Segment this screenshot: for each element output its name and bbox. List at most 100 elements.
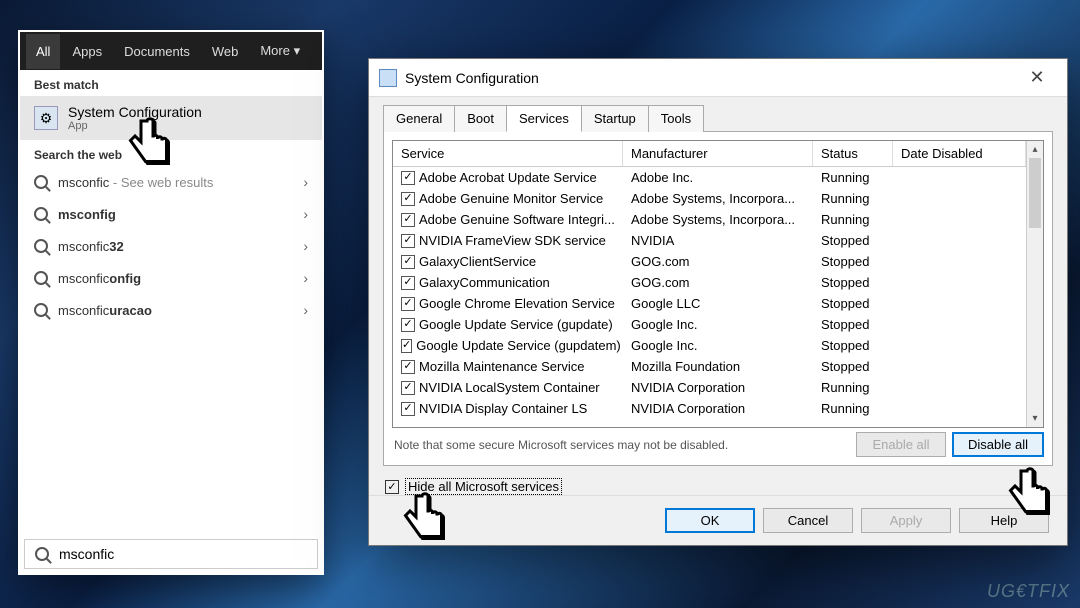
checkbox-checked-icon[interactable] bbox=[401, 255, 415, 269]
checkbox-checked-icon[interactable] bbox=[401, 402, 415, 416]
checkbox-checked-icon[interactable] bbox=[401, 234, 415, 248]
best-match-item[interactable]: ⚙ System Configuration App bbox=[20, 96, 322, 140]
service-name: Google Update Service (gupdate) bbox=[419, 317, 613, 332]
close-button[interactable]: ✕ bbox=[1017, 67, 1057, 88]
checkbox-checked-icon[interactable] bbox=[401, 381, 415, 395]
services-rows: Adobe Acrobat Update ServiceAdobe Inc.Ru… bbox=[393, 167, 1026, 419]
table-row[interactable]: Mozilla Maintenance ServiceMozilla Found… bbox=[393, 356, 1026, 377]
service-name: Google Chrome Elevation Service bbox=[419, 296, 615, 311]
table-row[interactable]: GalaxyClientServiceGOG.comStopped bbox=[393, 251, 1026, 272]
enable-all-button[interactable]: Enable all bbox=[856, 432, 946, 457]
tab-tools[interactable]: Tools bbox=[648, 105, 704, 132]
service-manufacturer: Adobe Systems, Incorpora... bbox=[623, 212, 813, 227]
service-manufacturer: Adobe Inc. bbox=[623, 170, 813, 185]
scroll-thumb[interactable] bbox=[1029, 158, 1041, 228]
tab-boot[interactable]: Boot bbox=[454, 105, 507, 132]
web-result-text: msconfic32 bbox=[58, 239, 124, 254]
help-button[interactable]: Help bbox=[959, 508, 1049, 533]
service-manufacturer: Google Inc. bbox=[623, 338, 813, 353]
apply-button[interactable]: Apply bbox=[861, 508, 951, 533]
web-result-item[interactable]: msconficonfig› bbox=[20, 262, 322, 294]
service-manufacturer: NVIDIA Corporation bbox=[623, 401, 813, 416]
web-result-item[interactable]: msconfic32 › bbox=[20, 230, 322, 262]
system-configuration-dialog: System Configuration ✕ General Boot Serv… bbox=[368, 58, 1068, 546]
dialog-tabs: General Boot Services Startup Tools bbox=[369, 97, 1067, 132]
table-row[interactable]: NVIDIA Display Container LSNVIDIA Corpor… bbox=[393, 398, 1026, 419]
table-row[interactable]: Google Chrome Elevation Service Google LL… bbox=[393, 293, 1026, 314]
service-name: GalaxyCommunication bbox=[419, 275, 550, 290]
search-input[interactable] bbox=[59, 546, 307, 562]
search-icon bbox=[34, 207, 48, 221]
service-manufacturer: NVIDIA Corporation bbox=[623, 380, 813, 395]
service-name: Adobe Genuine Monitor Service bbox=[419, 191, 603, 206]
service-status: Running bbox=[813, 401, 893, 416]
web-result-item[interactable]: msconfic - See web results› bbox=[20, 166, 322, 198]
search-tab-more[interactable]: More ▾ bbox=[250, 33, 310, 69]
scroll-down-arrow-icon[interactable]: ▾ bbox=[1027, 410, 1043, 427]
checkbox-checked-icon[interactable] bbox=[401, 339, 412, 353]
web-result-item[interactable]: msconfig› bbox=[20, 198, 322, 230]
col-service[interactable]: Service bbox=[393, 141, 623, 166]
table-row[interactable]: GalaxyCommunicationGOG.comStopped bbox=[393, 272, 1026, 293]
search-web-label: Search the web bbox=[20, 140, 322, 166]
table-row[interactable]: Adobe Genuine Software Integri... Adobe S… bbox=[393, 209, 1026, 230]
service-manufacturer: GOG.com bbox=[623, 254, 813, 269]
checkbox-checked-icon[interactable] bbox=[401, 171, 415, 185]
web-result-item[interactable]: msconficuracao › bbox=[20, 294, 322, 326]
ok-button[interactable]: OK bbox=[665, 508, 755, 533]
service-status: Stopped bbox=[813, 233, 893, 248]
col-status[interactable]: Status bbox=[813, 141, 893, 166]
start-search-panel: All Apps Documents Web More ▾ Best match… bbox=[18, 30, 324, 575]
hide-microsoft-services-checkbox[interactable]: Hide all Microsoft services bbox=[369, 476, 1067, 495]
search-tab-web[interactable]: Web bbox=[202, 34, 249, 69]
table-row[interactable]: NVIDIA FrameView SDK serviceNVIDIAStoppe… bbox=[393, 230, 1026, 251]
service-status: Running bbox=[813, 191, 893, 206]
tab-services[interactable]: Services bbox=[506, 105, 582, 132]
chevron-right-icon: › bbox=[303, 238, 308, 254]
search-tab-all[interactable]: All bbox=[26, 34, 60, 69]
system-configuration-icon: ⚙ bbox=[34, 106, 58, 130]
web-result-text: msconficuracao bbox=[58, 303, 152, 318]
search-tab-documents[interactable]: Documents bbox=[114, 34, 200, 69]
checkbox-checked-icon[interactable] bbox=[401, 318, 415, 332]
table-row[interactable]: Google Update Service (gupdatem)Google I… bbox=[393, 335, 1026, 356]
search-icon bbox=[34, 175, 48, 189]
table-row[interactable]: Adobe Genuine Monitor ServiceAdobe Syste… bbox=[393, 188, 1026, 209]
service-name: NVIDIA LocalSystem Container bbox=[419, 380, 600, 395]
table-row[interactable]: Google Update Service (gupdate) Google In… bbox=[393, 314, 1026, 335]
checkbox-checked-icon[interactable] bbox=[401, 360, 415, 374]
scroll-up-arrow-icon[interactable]: ▴ bbox=[1027, 141, 1043, 158]
table-row[interactable]: Adobe Acrobat Update ServiceAdobe Inc.Ru… bbox=[393, 167, 1026, 188]
titlebar[interactable]: System Configuration ✕ bbox=[369, 59, 1067, 97]
chevron-right-icon: › bbox=[303, 206, 308, 222]
service-name: NVIDIA FrameView SDK service bbox=[419, 233, 606, 248]
checkbox-checked-icon[interactable] bbox=[401, 213, 415, 227]
checkbox-checked-icon[interactable] bbox=[401, 297, 415, 311]
checkbox-checked-icon[interactable] bbox=[401, 276, 415, 290]
dialog-title: System Configuration bbox=[405, 70, 539, 86]
cancel-button[interactable]: Cancel bbox=[763, 508, 853, 533]
checkbox-checked-icon[interactable] bbox=[401, 192, 415, 206]
services-tab-body: Service Manufacturer Status Date Disable… bbox=[383, 131, 1053, 466]
search-icon bbox=[34, 303, 48, 317]
service-name: Mozilla Maintenance Service bbox=[419, 359, 584, 374]
search-tab-apps[interactable]: Apps bbox=[62, 34, 112, 69]
disable-all-button[interactable]: Disable all bbox=[952, 432, 1044, 457]
services-scrollbar[interactable]: ▴ ▾ bbox=[1026, 141, 1043, 427]
service-manufacturer: Google LLC bbox=[623, 296, 813, 311]
best-match-title: System Configuration bbox=[68, 104, 202, 120]
web-result-text: msconfic - See web results bbox=[58, 175, 213, 190]
table-row[interactable]: NVIDIA LocalSystem Container NVIDIA Corpo… bbox=[393, 377, 1026, 398]
tab-general[interactable]: General bbox=[383, 105, 455, 132]
service-status: Stopped bbox=[813, 296, 893, 311]
chevron-right-icon: › bbox=[303, 302, 308, 318]
service-name: Adobe Genuine Software Integri... bbox=[419, 212, 615, 227]
checkbox-checked-icon bbox=[385, 480, 399, 494]
service-status: Running bbox=[813, 380, 893, 395]
search-tabs: All Apps Documents Web More ▾ bbox=[20, 32, 322, 70]
tab-startup[interactable]: Startup bbox=[581, 105, 649, 132]
service-status: Stopped bbox=[813, 317, 893, 332]
col-manufacturer[interactable]: Manufacturer bbox=[623, 141, 813, 166]
service-manufacturer: Google Inc. bbox=[623, 317, 813, 332]
col-date-disabled[interactable]: Date Disabled bbox=[893, 141, 1026, 166]
